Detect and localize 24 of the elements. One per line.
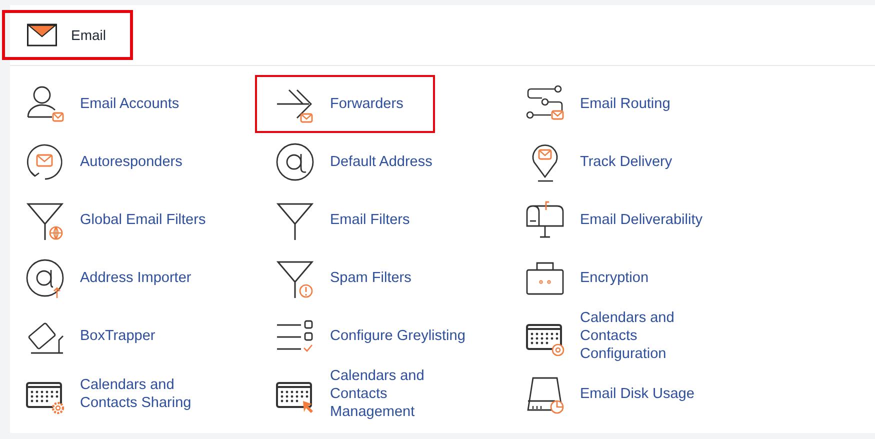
tool-link[interactable]: Email Deliverability xyxy=(505,191,734,249)
tool-link[interactable]: Track Delivery xyxy=(505,133,704,191)
tool-link[interactable]: BoxTrapper xyxy=(5,307,188,365)
circular-arrow-mail-icon xyxy=(25,142,65,182)
tool-link[interactable]: Spam Filters xyxy=(255,249,444,307)
tool-link[interactable]: Address Importer xyxy=(5,249,224,307)
tool-link[interactable]: Email Routing xyxy=(505,75,702,133)
at-sign-icon xyxy=(275,142,315,182)
tool-link[interactable]: Email Accounts xyxy=(5,75,212,133)
tool-link[interactable]: Default Address xyxy=(255,133,464,191)
section-header[interactable]: Email xyxy=(2,10,134,60)
person-mail-icon xyxy=(25,84,65,124)
tool-link[interactable]: Calendars and Contacts Management xyxy=(255,365,505,423)
tool-link[interactable]: Configure Greylisting xyxy=(255,307,498,365)
tool-link[interactable]: Autoresponders xyxy=(5,133,214,191)
tool-link[interactable]: Calendars and Contacts Configuration xyxy=(505,307,755,365)
tool-link[interactable]: Encryption xyxy=(505,249,681,307)
tool-link[interactable]: Forwarders xyxy=(255,75,436,133)
mailbox-icon xyxy=(525,200,565,240)
section-title: Email xyxy=(71,26,106,44)
tool-link[interactable]: Global Email Filters xyxy=(5,191,238,249)
tool-link[interactable]: Calendars and Contacts Sharing xyxy=(5,365,255,423)
tool-link[interactable]: Email Disk Usage xyxy=(505,365,726,423)
tool-link[interactable]: Email Filters xyxy=(255,191,442,249)
